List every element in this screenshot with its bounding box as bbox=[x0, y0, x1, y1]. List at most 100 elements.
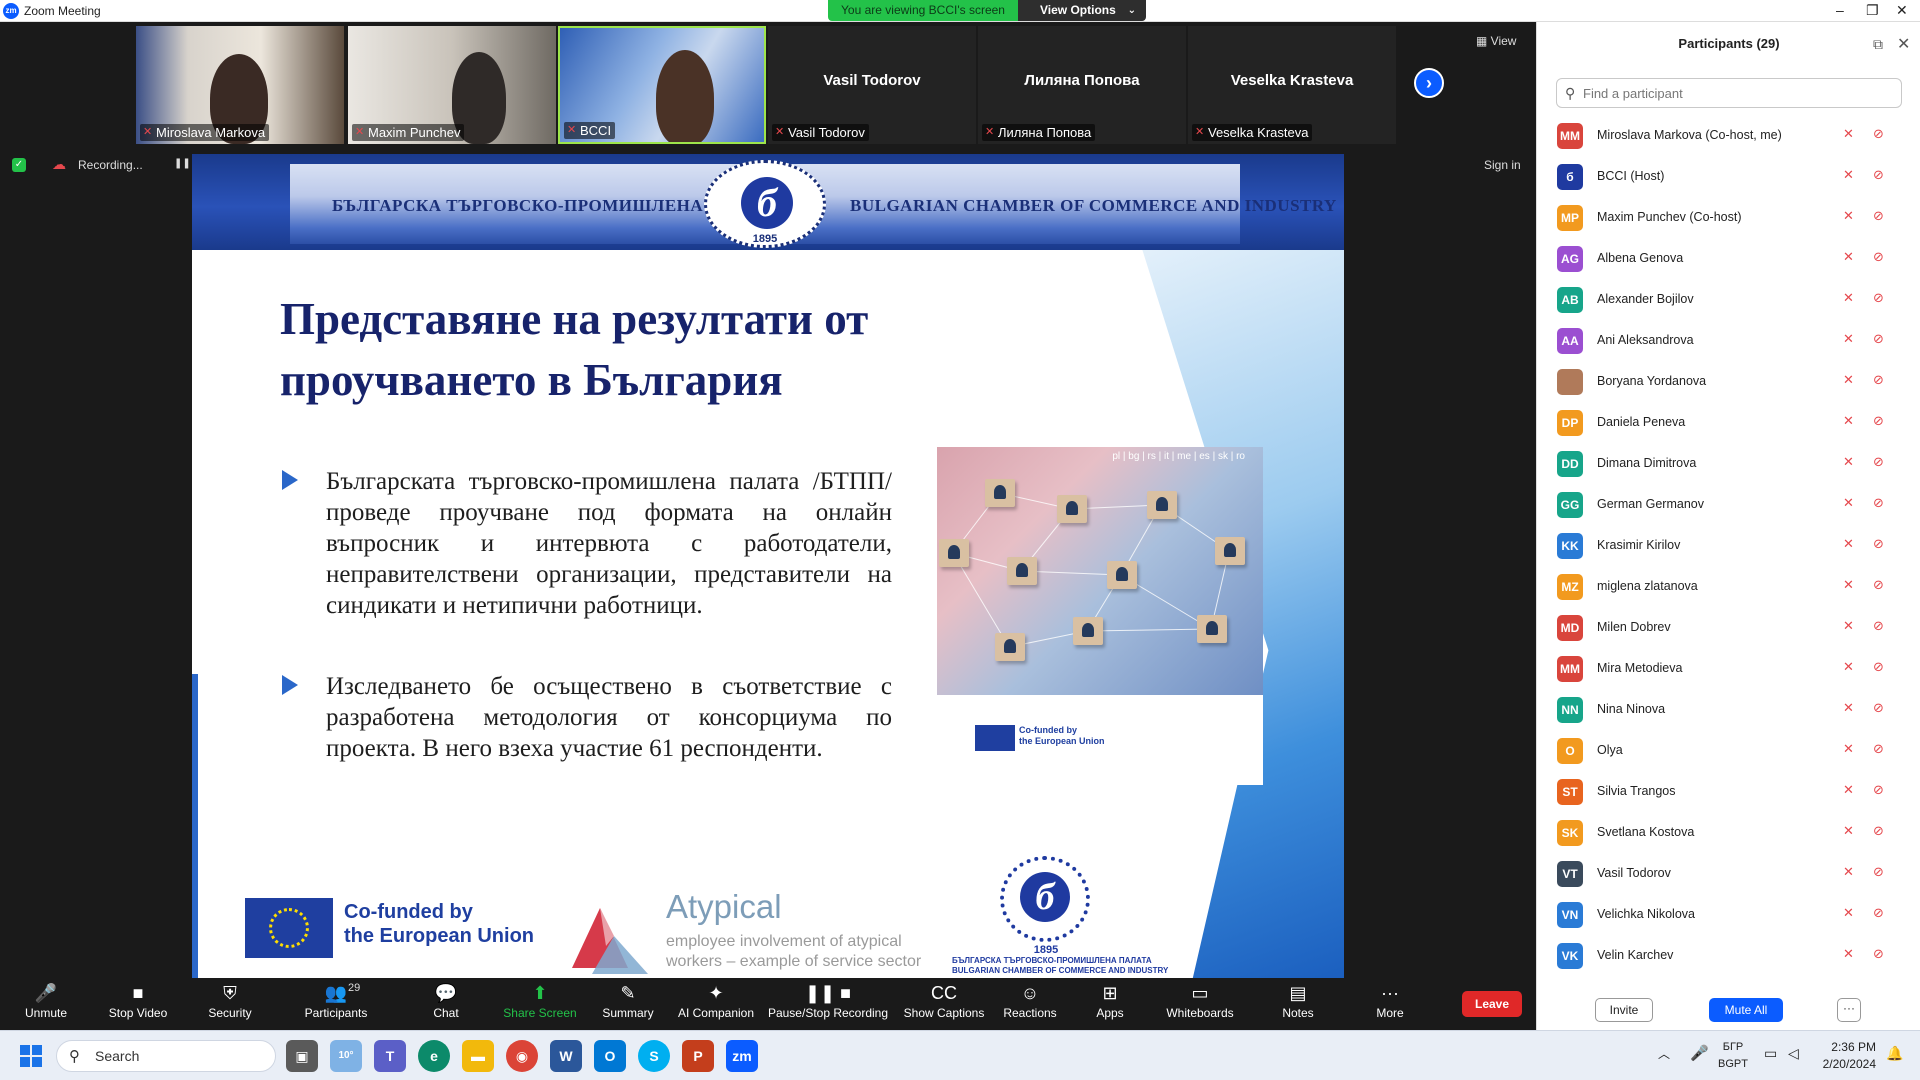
toolbar-label: Reactions bbox=[1003, 1006, 1057, 1020]
toolbar-chat-button[interactable]: 💬 Chat bbox=[411, 978, 481, 1030]
participant-row[interactable]: DD Dimana Dimitrova ✕ ⊘ bbox=[1537, 442, 1920, 483]
tile-display-name: Veselka Krasteva bbox=[1230, 72, 1354, 89]
avatar bbox=[1557, 369, 1583, 395]
task-view-icon[interactable]: ▣ bbox=[286, 1040, 318, 1072]
volume-icon[interactable]: ◁ bbox=[1788, 1045, 1799, 1062]
weather-widget[interactable]: 10° bbox=[330, 1040, 362, 1072]
avatar: VT bbox=[1557, 861, 1583, 887]
participant-row[interactable]: MP Maxim Punchev (Co-host) ✕ ⊘ bbox=[1537, 196, 1920, 237]
cloud-record-icon: ☁ bbox=[52, 156, 66, 172]
participant-row[interactable]: б BCCI (Host) ✕ ⊘ bbox=[1537, 155, 1920, 196]
toolbar-icon: 🎤 bbox=[34, 983, 58, 1003]
participant-row[interactable]: VT Vasil Todorov ✕ ⊘ bbox=[1537, 852, 1920, 893]
toolbar-unmute-button[interactable]: 🎤 Unmute bbox=[6, 978, 86, 1030]
toolbar-participants-button[interactable]: 👥 29 Participants bbox=[288, 978, 384, 1030]
close-panel-button[interactable]: ✕ bbox=[1897, 34, 1910, 54]
search-placeholder: Find a participant bbox=[1583, 86, 1683, 101]
toolbar-share-screen-button[interactable]: ⬆ Share Screen bbox=[495, 978, 585, 1030]
participant-row[interactable]: GG German Germanov ✕ ⊘ bbox=[1537, 483, 1920, 524]
participant-row[interactable]: AA Ani Aleksandrova ✕ ⊘ bbox=[1537, 319, 1920, 360]
toolbar-show-captions-button[interactable]: CC Show Captions bbox=[894, 978, 994, 1030]
participant-row[interactable]: SK Svetlana Kostova ✕ ⊘ bbox=[1537, 811, 1920, 852]
participant-row[interactable]: KK Krasimir Kirilov ✕ ⊘ bbox=[1537, 524, 1920, 565]
view-options-button[interactable]: View Options ⌄ bbox=[1018, 0, 1146, 21]
participant-row[interactable]: ST Silvia Trangos ✕ ⊘ bbox=[1537, 770, 1920, 811]
chrome-icon[interactable]: ◉ bbox=[506, 1040, 538, 1072]
participant-name: Velichka Nikolova bbox=[1597, 907, 1695, 921]
pause-recording-button[interactable]: ❚❚ bbox=[174, 158, 191, 169]
next-page-arrow-icon[interactable]: › bbox=[1414, 68, 1444, 98]
eu-flag-icon bbox=[245, 898, 333, 958]
mic-muted-icon: ✕ bbox=[1843, 864, 1854, 879]
toolbar-summary-button[interactable]: ✎ Summary bbox=[588, 978, 668, 1030]
taskbar-search-box[interactable]: ⚲ Search bbox=[56, 1040, 276, 1072]
network-icon[interactable]: ▭ bbox=[1764, 1045, 1777, 1062]
windows-start-icon[interactable] bbox=[20, 1045, 42, 1067]
popout-icon[interactable]: ⧉ bbox=[1873, 36, 1883, 53]
windows-taskbar: ⚲ Search ▣ 10° T e ▬ ◉ W O S P zm ︿ 🎤 БГ… bbox=[0, 1030, 1920, 1080]
video-off-icon: ⊘ bbox=[1873, 208, 1884, 223]
video-off-icon: ⊘ bbox=[1873, 413, 1884, 428]
zoom-taskbar-icon[interactable]: zm bbox=[726, 1040, 758, 1072]
video-tile[interactable]: Vasil Todorov ✕ Vasil Todorov bbox=[768, 26, 976, 144]
search-icon: ⚲ bbox=[69, 1048, 80, 1065]
participant-row[interactable]: AB Alexander Bojilov ✕ ⊘ bbox=[1537, 278, 1920, 319]
participant-row[interactable]: DP Daniela Peneva ✕ ⊘ bbox=[1537, 401, 1920, 442]
participant-video-feed bbox=[656, 50, 714, 142]
video-off-icon: ⊘ bbox=[1873, 864, 1884, 879]
participant-row[interactable]: MM Mira Metodieva ✕ ⊘ bbox=[1537, 647, 1920, 688]
sign-in-link[interactable]: Sign in bbox=[1484, 158, 1521, 172]
toolbar-whiteboards-button[interactable]: ▭ Whiteboards bbox=[1150, 978, 1250, 1030]
bullet-arrow-icon bbox=[282, 470, 298, 490]
mic-muted-icon: ✕ bbox=[985, 126, 995, 138]
outlook-icon[interactable]: O bbox=[594, 1040, 626, 1072]
toolbar-pause-stop-recording-button[interactable]: ❚❚ ■ Pause/Stop Recording bbox=[763, 978, 893, 1030]
minimize-button[interactable]: – bbox=[1836, 2, 1844, 18]
view-button[interactable]: ▦ View bbox=[1476, 34, 1516, 48]
person-cube-icon bbox=[1007, 557, 1037, 585]
microphone-tray-icon[interactable]: 🎤 bbox=[1690, 1044, 1709, 1062]
video-tile-active-speaker[interactable]: ✕ BCCI bbox=[558, 26, 766, 144]
maximize-button[interactable]: ❐ bbox=[1866, 2, 1879, 19]
toolbar-security-button[interactable]: ⛨ Security bbox=[190, 978, 270, 1030]
video-tile[interactable]: Лиляна Попова ✕ Лиляна Попова bbox=[978, 26, 1186, 144]
mic-muted-icon: ✕ bbox=[775, 126, 785, 138]
participant-row[interactable]: VK Velin Karchev ✕ ⊘ bbox=[1537, 934, 1920, 975]
more-options-button[interactable]: ··· bbox=[1837, 998, 1861, 1022]
video-tile[interactable]: Veselka Krasteva ✕ Veselka Krasteva bbox=[1188, 26, 1396, 144]
taskbar-clock[interactable]: 2:36 PM 2/20/2024 bbox=[1812, 1039, 1876, 1073]
participant-row[interactable]: MZ miglena zlatanova ✕ ⊘ bbox=[1537, 565, 1920, 606]
participant-row[interactable]: VN Velichka Nikolova ✕ ⊘ bbox=[1537, 893, 1920, 934]
toolbar-apps-button[interactable]: ⊞ Apps bbox=[1075, 978, 1145, 1030]
edge-icon[interactable]: e bbox=[418, 1040, 450, 1072]
toolbar-reactions-button[interactable]: ☺ Reactions bbox=[990, 978, 1070, 1030]
participant-search-input[interactable]: ⚲ Find a participant bbox=[1556, 78, 1902, 108]
invite-button[interactable]: Invite bbox=[1595, 998, 1653, 1022]
input-language-indicator[interactable]: БГР BGPT bbox=[1718, 1039, 1748, 1073]
powerpoint-icon[interactable]: P bbox=[682, 1040, 714, 1072]
participant-row[interactable]: MM Miroslava Markova (Co-host, me) ✕ ⊘ bbox=[1537, 114, 1920, 155]
chevron-up-icon[interactable]: ︿ bbox=[1658, 1045, 1670, 1062]
participant-row[interactable]: MD Milen Dobrev ✕ ⊘ bbox=[1537, 606, 1920, 647]
participant-name: Boryana Yordanova bbox=[1597, 374, 1707, 388]
skype-icon[interactable]: S bbox=[638, 1040, 670, 1072]
notification-bell-icon[interactable]: 🔔 bbox=[1886, 1045, 1903, 1062]
participant-row[interactable]: O Olya ✕ ⊘ bbox=[1537, 729, 1920, 770]
leave-meeting-button[interactable]: Leave bbox=[1462, 991, 1522, 1017]
toolbar-stop-video-button[interactable]: ■ Stop Video bbox=[93, 978, 183, 1030]
tile-name-label: ✕ Miroslava Markova bbox=[140, 124, 270, 141]
toolbar-notes-button[interactable]: ▤ Notes bbox=[1263, 978, 1333, 1030]
file-explorer-icon[interactable]: ▬ bbox=[462, 1040, 494, 1072]
participant-row[interactable]: AG Albena Genova ✕ ⊘ bbox=[1537, 237, 1920, 278]
participant-row[interactable]: Boryana Yordanova ✕ ⊘ bbox=[1537, 360, 1920, 401]
video-tile[interactable]: ✕ Miroslava Markova bbox=[136, 26, 344, 144]
participant-row[interactable]: NN Nina Ninova ✕ ⊘ bbox=[1537, 688, 1920, 729]
video-tile[interactable]: ✕ Maxim Punchev bbox=[348, 26, 556, 144]
word-icon[interactable]: W bbox=[550, 1040, 582, 1072]
toolbar-more-button[interactable]: ··· More bbox=[1350, 978, 1430, 1030]
toolbar-ai-companion-button[interactable]: ✦ AI Companion bbox=[666, 978, 766, 1030]
avatar: SK bbox=[1557, 820, 1583, 846]
teams-icon[interactable]: T bbox=[374, 1040, 406, 1072]
mute-all-button[interactable]: Mute All bbox=[1709, 998, 1783, 1022]
close-window-button[interactable]: ✕ bbox=[1896, 2, 1908, 19]
